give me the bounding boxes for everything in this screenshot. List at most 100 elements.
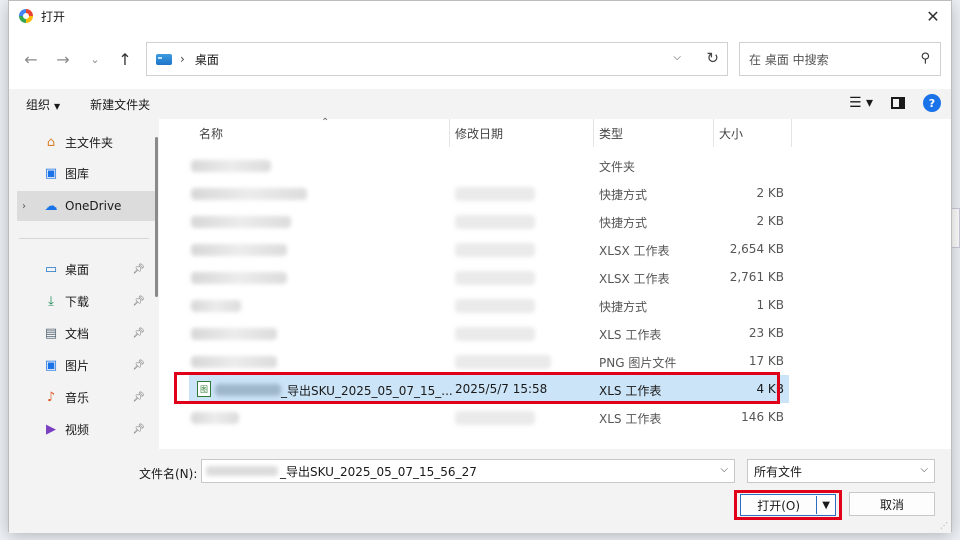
file-type: XLSX 工作表 bbox=[599, 244, 670, 258]
address-dropdown-icon[interactable]: ⌵ bbox=[673, 52, 681, 63]
file-row[interactable]: 快捷方式 2 KB bbox=[187, 207, 787, 235]
sidebar-item-documents[interactable]: ▤ 文档 📌︎ bbox=[9, 318, 149, 348]
redacted-file-name bbox=[191, 412, 239, 424]
preview-pane-icon[interactable] bbox=[891, 97, 905, 109]
redacted-date bbox=[455, 215, 535, 229]
download-icon: ⤓ bbox=[48, 293, 54, 309]
dialog-title: 打开 bbox=[41, 9, 66, 24]
file-row[interactable]: 快捷方式 1 KB bbox=[187, 291, 787, 319]
desktop-icon: ▭ bbox=[44, 261, 58, 277]
sidebar-item-label: 下载 bbox=[65, 294, 90, 309]
sidebar-item-label: 图库 bbox=[65, 166, 90, 181]
sidebar-item-desktop[interactable]: ▭ 桌面 📌︎ bbox=[9, 254, 149, 284]
sidebar-item-music[interactable]: ♪ 音乐 📌︎ bbox=[9, 382, 149, 412]
document-icon: ▤ bbox=[44, 325, 58, 341]
file-row[interactable]: XLSX 工作表 2,761 KB bbox=[187, 263, 787, 291]
refresh-icon[interactable]: ↻ bbox=[706, 49, 719, 67]
redacted-date bbox=[455, 299, 535, 313]
file-size: 23 KB bbox=[748, 326, 784, 340]
file-size: 17 KB bbox=[748, 354, 784, 368]
address-bar[interactable]: › 桌面 ⌵ ↻ bbox=[146, 42, 728, 76]
organize-button[interactable]: 组织 ▼ bbox=[26, 96, 60, 113]
caret-down-icon: ▼ bbox=[54, 101, 61, 111]
redacted-file-name bbox=[191, 328, 277, 340]
file-type: XLS 工作表 bbox=[599, 412, 662, 426]
file-row[interactable]: XLSX 工作表 2,654 KB bbox=[187, 235, 787, 263]
column-header-modified[interactable]: 修改日期 bbox=[455, 119, 503, 147]
file-row[interactable]: 快捷方式 2 KB bbox=[187, 179, 787, 207]
file-row[interactable]: 文件夹 bbox=[187, 151, 787, 179]
resize-grip-icon[interactable]: ⋰ bbox=[940, 521, 948, 530]
file-type: 快捷方式 bbox=[599, 300, 648, 314]
sidebar-item-videos[interactable]: ▶ 视频 📌︎ bbox=[9, 414, 149, 444]
home-icon: ⌂ bbox=[46, 134, 56, 150]
back-arrow-icon[interactable]: ← bbox=[19, 49, 43, 69]
file-type-filter-select[interactable]: 所有文件 ⌵ bbox=[747, 459, 935, 483]
redacted-date bbox=[455, 187, 535, 201]
close-button[interactable]: ✕ bbox=[915, 1, 951, 31]
video-icon: ▶ bbox=[46, 421, 56, 437]
file-size: 2,761 KB bbox=[729, 270, 784, 284]
highlight-box-open-button bbox=[734, 490, 842, 520]
redacted-filename-prefix bbox=[206, 466, 278, 476]
file-type: XLSX 工作表 bbox=[599, 272, 670, 286]
sidebar-item-label: 主文件夹 bbox=[65, 135, 114, 150]
breadcrumb-separator: › bbox=[180, 52, 185, 66]
redacted-file-name bbox=[191, 216, 291, 228]
chevron-down-icon: ⌵ bbox=[920, 464, 928, 475]
pin-icon: 📌︎ bbox=[132, 359, 145, 371]
view-options-icon[interactable]: ☰ ▾ bbox=[849, 95, 873, 111]
column-separator[interactable] bbox=[791, 119, 792, 147]
redacted-file-name bbox=[191, 356, 277, 368]
sidebar-item-downloads[interactable]: ⤓ 下载 📌︎ bbox=[9, 286, 149, 316]
new-folder-button[interactable]: 新建文件夹 bbox=[90, 96, 150, 113]
cloud-icon: ☁ bbox=[44, 198, 58, 214]
column-header-name[interactable]: 名称 bbox=[199, 119, 223, 147]
sidebar-item-gallery[interactable]: ▣ 图库 bbox=[9, 158, 149, 188]
redacted-date bbox=[455, 271, 535, 285]
file-type: PNG 图片文件 bbox=[599, 356, 677, 370]
redacted-file-name bbox=[191, 300, 241, 312]
file-row[interactable]: XLS 工作表 146 KB bbox=[187, 403, 787, 431]
address-row: ← → ⌄ ↑ › 桌面 ⌵ ↻ 在 桌面 中搜索 ⚲ bbox=[9, 31, 951, 89]
sidebar-item-onedrive[interactable]: › ☁ OneDrive bbox=[17, 191, 157, 221]
sidebar-item-pictures[interactable]: ▣ 图片 📌︎ bbox=[9, 350, 149, 380]
sidebar-scrollbar[interactable] bbox=[155, 137, 158, 297]
search-icon: ⚲ bbox=[920, 51, 930, 66]
close-icon: ✕ bbox=[926, 6, 940, 26]
recent-locations-chevron-icon[interactable]: ⌄ bbox=[83, 49, 107, 69]
sidebar-item-home[interactable]: ⌂ 主文件夹 bbox=[9, 127, 149, 157]
expand-chevron-icon[interactable]: › bbox=[22, 201, 26, 212]
sidebar-item-label: 视频 bbox=[65, 422, 90, 437]
sort-ascending-icon: ⌃ bbox=[321, 117, 330, 128]
music-icon: ♪ bbox=[46, 389, 56, 405]
file-type: 快捷方式 bbox=[599, 188, 648, 202]
cancel-button[interactable]: 取消 bbox=[849, 492, 935, 516]
filename-input[interactable]: _导出SKU_2025_05_07_15_56_27 ⌵ bbox=[201, 459, 735, 483]
up-arrow-icon[interactable]: ↑ bbox=[113, 49, 137, 69]
sidebar-item-label: 桌面 bbox=[65, 262, 90, 277]
filename-label: 文件名(N): bbox=[139, 467, 198, 481]
search-input[interactable]: 在 桌面 中搜索 ⚲ bbox=[739, 42, 941, 76]
file-type: 文件夹 bbox=[599, 160, 636, 174]
pin-icon: 📌︎ bbox=[132, 423, 145, 435]
breadcrumb-location[interactable]: 桌面 bbox=[195, 51, 219, 68]
chevron-down-icon[interactable]: ⌵ bbox=[720, 464, 728, 475]
desktop-location-icon bbox=[156, 53, 172, 65]
file-type-filter-value: 所有文件 bbox=[754, 464, 803, 479]
pin-icon: 📌︎ bbox=[132, 295, 145, 307]
help-icon[interactable]: ? bbox=[923, 94, 941, 112]
column-header-size[interactable]: 大小 bbox=[719, 119, 743, 147]
pin-icon: 📌︎ bbox=[132, 263, 145, 275]
column-separator[interactable] bbox=[713, 119, 714, 147]
column-header-type[interactable]: 类型 bbox=[599, 119, 623, 147]
file-row[interactable]: XLS 工作表 23 KB bbox=[187, 319, 787, 347]
file-size: 2,654 KB bbox=[729, 242, 784, 256]
forward-arrow-icon[interactable]: → bbox=[51, 49, 75, 69]
title-bar: 打开 ✕ bbox=[9, 1, 951, 31]
redacted-date bbox=[455, 355, 551, 369]
column-separator[interactable] bbox=[449, 119, 450, 147]
search-placeholder: 在 桌面 中搜索 bbox=[749, 52, 829, 67]
file-row[interactable]: PNG 图片文件 17 KB bbox=[187, 347, 787, 375]
column-separator[interactable] bbox=[593, 119, 594, 147]
